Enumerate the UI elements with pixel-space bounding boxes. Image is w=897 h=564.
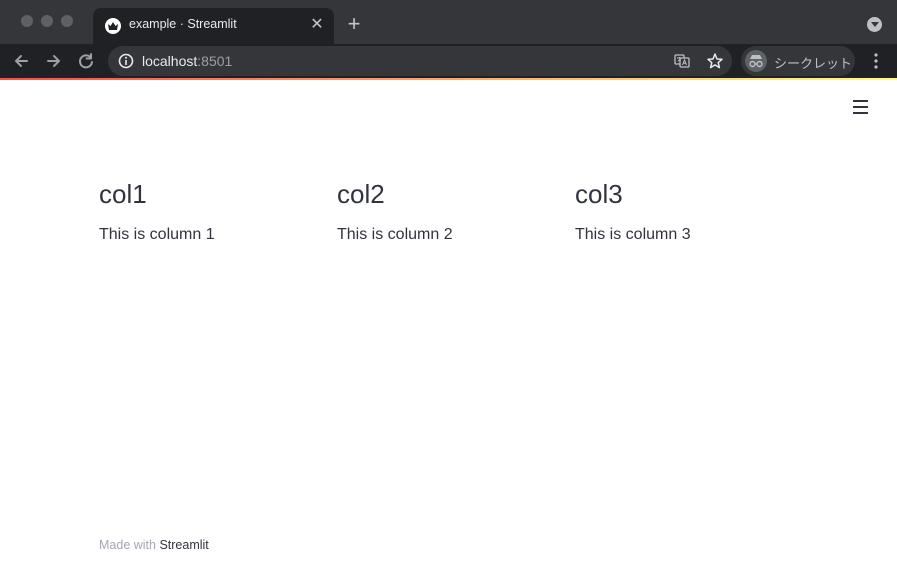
tab-title: example · Streamlit xyxy=(129,17,237,31)
column-heading: col3 xyxy=(575,179,623,209)
streamlit-link[interactable]: Streamlit xyxy=(159,538,208,552)
info-icon[interactable] xyxy=(118,53,134,69)
column-2: col2 This is column 2 xyxy=(337,178,557,246)
reload-icon[interactable] xyxy=(75,50,97,72)
new-tab-button[interactable]: + xyxy=(343,13,365,35)
address-bar[interactable]: localhost:8501 xyxy=(108,46,732,76)
tab-search-icon[interactable] xyxy=(867,17,882,32)
column-3: col3 This is column 3 xyxy=(575,178,795,246)
window-close-button[interactable] xyxy=(21,15,33,27)
translate-icon[interactable] xyxy=(674,53,690,69)
incognito-label: シークレット xyxy=(774,56,853,71)
star-icon[interactable] xyxy=(706,52,724,70)
incognito-badge[interactable]: シークレット xyxy=(741,46,855,76)
streamlit-crown-icon xyxy=(105,18,121,34)
incognito-icon xyxy=(745,50,767,72)
arrow-right-icon[interactable] xyxy=(43,50,65,72)
window-minimize-button[interactable] xyxy=(41,15,53,27)
url-text: localhost:8501 xyxy=(142,53,232,69)
browser-tab[interactable]: example · Streamlit ✕ xyxy=(93,8,334,44)
url-port: :8501 xyxy=(197,53,233,69)
browser-tab-bar: example · Streamlit ✕ + xyxy=(0,0,897,44)
column-heading: col2 xyxy=(337,179,385,209)
column-text: This is column 1 xyxy=(99,226,215,243)
header-decoration-bar xyxy=(0,78,897,80)
column-text: This is column 3 xyxy=(575,226,691,243)
arrow-left-icon[interactable] xyxy=(10,50,32,72)
browser-toolbar: localhost:8501 シークレット xyxy=(0,44,897,78)
column-text: This is column 2 xyxy=(337,226,453,243)
kebab-icon[interactable] xyxy=(868,52,884,70)
hamburger-icon[interactable] xyxy=(852,100,869,116)
column-heading: col1 xyxy=(99,179,147,209)
footer-prefix: Made with xyxy=(99,538,160,552)
window-maximize-button[interactable] xyxy=(61,15,73,27)
footer: Made with Streamlit xyxy=(99,538,209,552)
column-1: col1 This is column 1 xyxy=(99,178,319,246)
url-host: localhost xyxy=(142,53,198,69)
tab-close-icon[interactable]: ✕ xyxy=(307,15,327,35)
